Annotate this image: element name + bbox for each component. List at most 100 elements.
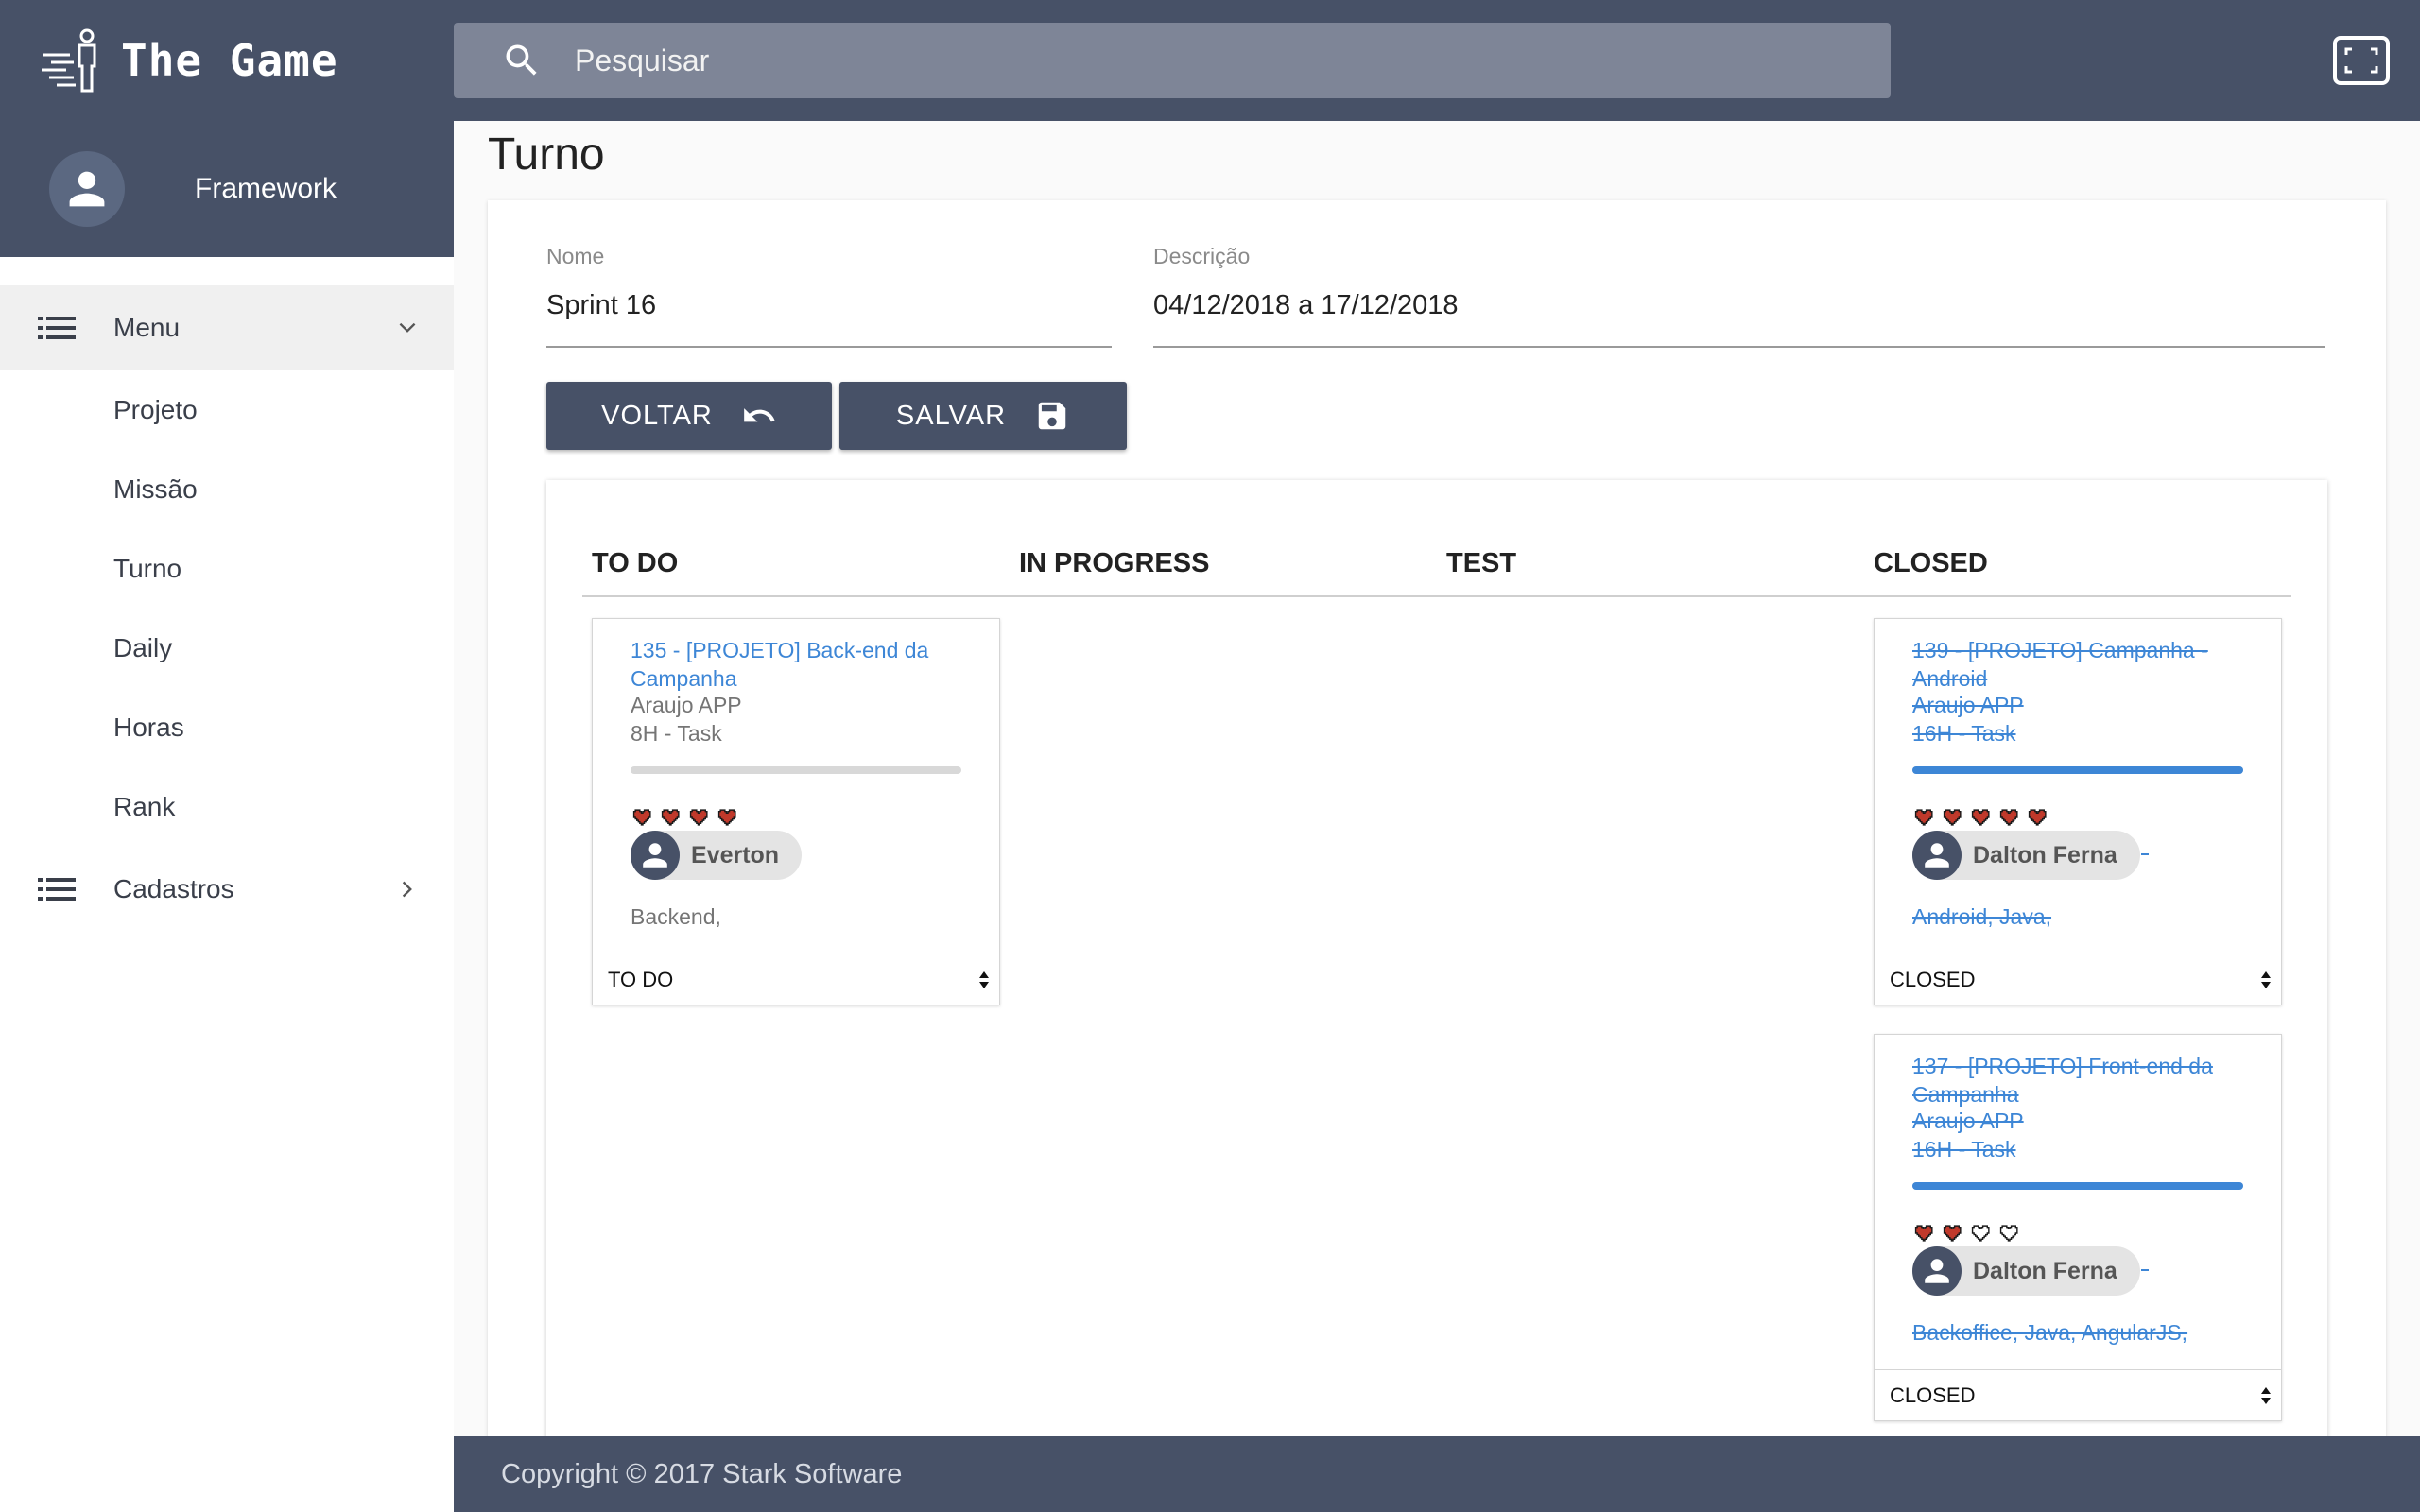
sidebar: Framework Menu Projeto Missão Turno Dail… [0, 121, 454, 1512]
top-bar: The Game [0, 0, 2420, 121]
chevron-down-icon [399, 322, 416, 333]
task-hours: 16H - Task [1912, 721, 2016, 746]
descricao-label: Descrição [1153, 244, 1251, 268]
task-card[interactable]: 135 - [PROJETO] Back-end da Campanha Ara… [592, 618, 1000, 1005]
chevron-right-icon [402, 881, 412, 898]
strike-dash [2141, 853, 2149, 855]
sidebar-item-label: Cadastros [113, 874, 234, 903]
task-project: Araujo APP [631, 693, 742, 717]
assignee-name: Everton [691, 841, 780, 868]
heart-icon [1971, 1225, 1990, 1242]
save-button-label: SALVAR [895, 400, 1007, 431]
assignee-chip[interactable]: Dalton Ferna [1912, 1246, 2140, 1296]
descricao-input[interactable]: 04/12/2018 a 17/12/2018 [1153, 290, 2325, 348]
task-hearts [632, 808, 738, 827]
column-header-in-progress: IN PROGRESS [1019, 548, 1210, 578]
sidebar-item-horas[interactable]: Horas [0, 688, 454, 767]
task-progress [1912, 1182, 2243, 1190]
copyright-text: Copyright © 2017 Stark Software [501, 1458, 903, 1489]
list-icon [38, 878, 76, 901]
status-select[interactable]: TO DO [593, 954, 999, 1005]
sidebar-item-rank[interactable]: Rank [0, 767, 454, 847]
assignee-chip[interactable]: Dalton Ferna [1912, 831, 2140, 880]
nome-input[interactable]: Sprint 16 [546, 290, 1112, 348]
task-title[interactable]: 135 - [PROJETO] Back-end da Campanha [631, 636, 980, 693]
sidebar-item-projeto[interactable]: Projeto [0, 370, 454, 450]
back-button-label: VOLTAR [601, 400, 713, 431]
task-hearts [1914, 1224, 2020, 1243]
assignee-name: Dalton Ferna [1973, 1257, 2118, 1284]
brand[interactable]: The Game [38, 26, 338, 94]
sidebar-item-missao[interactable]: Missão [0, 450, 454, 529]
avatar[interactable] [49, 151, 125, 227]
select-arrows-icon [2261, 1387, 2271, 1404]
task-title[interactable]: 139 - [PROJETO] Campanha - Android [1912, 636, 2262, 693]
avatar-icon [1925, 1259, 1949, 1283]
status-select-value: CLOSED [1890, 967, 1976, 991]
descricao-field[interactable]: Descrição 04/12/2018 a 17/12/2018 [1153, 244, 2325, 348]
sidebar-item-cadastros[interactable]: Cadastros [0, 847, 454, 932]
task-card[interactable]: 139 - [PROJETO] Campanha - Android Arauj… [1874, 618, 2282, 1005]
task-project: Araujo APP [1912, 1108, 2024, 1133]
task-project: Araujo APP [1912, 693, 2024, 717]
heart-icon [1999, 809, 2018, 826]
user-name: Framework [195, 173, 337, 204]
header-divider [582, 595, 2291, 597]
heart-icon [1999, 1225, 2018, 1242]
task-card[interactable]: 137 - [PROJETO] Front-end da Campanha Ar… [1874, 1034, 2282, 1421]
search-icon[interactable] [501, 40, 543, 81]
column-header-todo: TO DO [592, 548, 679, 578]
status-select[interactable]: CLOSED [1875, 954, 2281, 1005]
search-bar [454, 23, 1891, 98]
task-progress-fill [1912, 766, 2243, 774]
task-hearts [1914, 808, 2048, 827]
task-tags: Android, Java, [1912, 904, 2052, 929]
status-select-value: CLOSED [1890, 1383, 1976, 1407]
heart-icon [1943, 1225, 1962, 1242]
nome-label: Nome [546, 244, 605, 268]
status-select[interactable]: CLOSED [1875, 1369, 2281, 1420]
undo-icon [744, 408, 775, 422]
heart-icon [1914, 1225, 1933, 1242]
select-arrows-icon [2261, 971, 2271, 988]
heart-icon [717, 809, 736, 826]
avatar-icon [69, 171, 105, 207]
back-button[interactable]: VOLTAR [546, 382, 832, 450]
avatar-icon [643, 843, 667, 868]
status-select-value: TO DO [608, 967, 674, 991]
avatar [631, 831, 680, 880]
user-profile: Framework [0, 121, 454, 257]
task-tags: Backend, [631, 904, 721, 929]
task-title[interactable]: 137 - [PROJETO] Front-end da Campanha [1912, 1052, 2262, 1108]
heart-icon [661, 809, 680, 826]
search-input[interactable] [575, 43, 1804, 78]
nome-field[interactable]: Nome Sprint 16 [546, 244, 1112, 348]
footer: Copyright © 2017 Stark Software [454, 1436, 2420, 1512]
avatar [1912, 1246, 1962, 1296]
task-hours: 16H - Task [1912, 1137, 2016, 1161]
app-name: The Game [121, 35, 338, 86]
task-progress [631, 766, 961, 774]
assignee-chip[interactable]: Everton [631, 831, 803, 880]
heart-icon [2028, 809, 2047, 826]
strike-dash [2141, 1269, 2149, 1271]
task-hours: 8H - Task [631, 721, 722, 746]
save-button[interactable]: SALVAR [839, 382, 1127, 450]
avatar-icon [1925, 843, 1949, 868]
task-progress-fill [1912, 1182, 2243, 1190]
page-title: Turno [488, 129, 605, 180]
heart-icon [689, 809, 708, 826]
list-icon [38, 317, 76, 339]
assignee-name: Dalton Ferna [1973, 841, 2118, 868]
heart-icon [1971, 809, 1990, 826]
sidebar-item-daily[interactable]: Daily [0, 609, 454, 688]
sidebar-item-menu[interactable]: Menu [0, 285, 454, 370]
fullscreen-icon[interactable] [2333, 36, 2390, 85]
avatar [1912, 831, 1962, 880]
sidebar-item-label: Menu [113, 313, 181, 342]
app-logo-icon [42, 28, 96, 93]
sidebar-item-turno[interactable]: Turno [0, 529, 454, 609]
column-header-closed: CLOSED [1874, 548, 1988, 578]
kanban-board: TO DO IN PROGRESS TEST CLOSED 135 - [PRO… [546, 480, 2327, 1512]
heart-icon [632, 809, 651, 826]
